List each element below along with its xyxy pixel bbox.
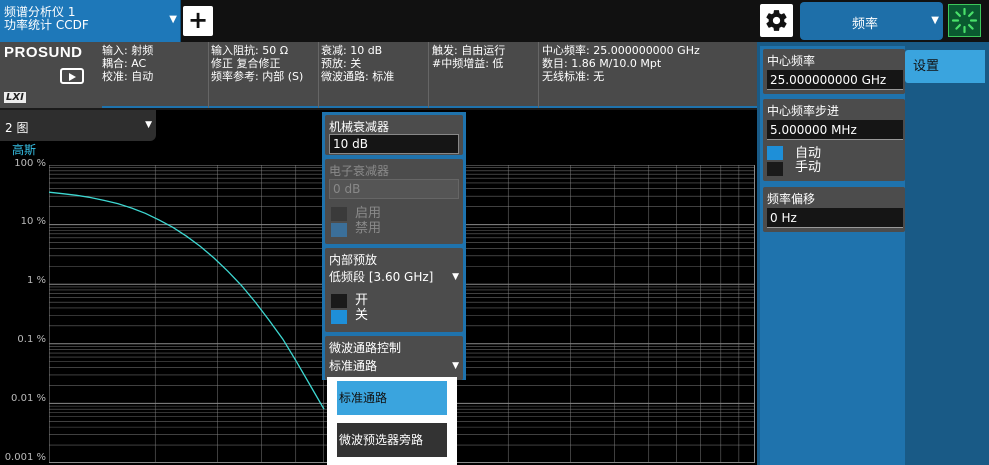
softkey-center-step[interactable]: 中心频率步进 5.000000 MHz 自动 手动 (763, 99, 905, 181)
mw-path-select-value: 标准通路 (329, 359, 378, 373)
elec-attenuator-input: 0 dB (329, 179, 459, 199)
y-axis-label: 100 % (14, 158, 46, 169)
info-line: 修正 复合修正 (211, 57, 281, 70)
y-axis-label: 10 % (20, 216, 46, 227)
center-step-auto-label: 自动 (795, 146, 822, 161)
info-line: 衰减: 10 dB (321, 44, 383, 57)
app-tab[interactable]: 频谱分析仪 1 功率统计 CCDF ▼ (0, 0, 181, 42)
y-axis-label: 0.001 % (4, 452, 46, 463)
trace-label: 高斯 (12, 143, 37, 157)
softkey-frequency-offset[interactable]: 频率偏移 0 Hz (763, 187, 905, 232)
elec-attenuator-group: 电子衰减器 0 dB 启用 禁用 (325, 159, 463, 244)
dropdown-option-bypass[interactable]: 微波预选器旁路 (337, 423, 447, 457)
tab-settings[interactable]: 设置 (905, 50, 985, 83)
preamp-on-label: 开 (355, 293, 369, 308)
mech-attenuator-title: 机械衰减器 (329, 120, 390, 134)
frequency-menu-label: 频率 (851, 17, 878, 32)
divider (538, 42, 539, 108)
frequency-menu[interactable]: 频率 ▼ (800, 2, 943, 40)
y-axis-label: 1 % (26, 275, 46, 286)
center-step-toggle[interactable] (767, 146, 783, 178)
attenuation-panel: 机械衰减器 10 dB 电子衰减器 0 dB 启用 禁用 内部预放 低频段 [3… (322, 112, 466, 380)
app-tab-mode: 功率统计 CCDF (4, 18, 89, 32)
brand-logo: PROSUND (4, 44, 83, 61)
elec-attenuator-title: 电子衰减器 (329, 164, 390, 178)
divider (428, 42, 429, 108)
top-bar: 频谱分析仪 1 功率统计 CCDF ▼ + 频率 ▼ (0, 0, 989, 42)
view-select[interactable]: 2 图 ▼ (0, 110, 156, 141)
info-line: 频率参考: 内部 (S) (211, 70, 304, 83)
brand-block: PROSUND LXI (0, 42, 102, 108)
preamp-select-value: 低频段 [3.60 GHz] (329, 270, 434, 284)
divider (208, 42, 209, 108)
preamp-off-label: 关 (355, 308, 369, 323)
center-frequency-title: 中心频率 (767, 54, 816, 68)
mw-path-group: 微波通路控制 标准通路 ▼ (325, 336, 463, 380)
elec-attenuator-on-label: 启用 (355, 206, 382, 221)
softkey-column: 中心频率 25.000000000 GHz 中心频率步进 5.000000 MH… (760, 46, 905, 465)
preamp-toggle[interactable] (331, 294, 347, 326)
info-line: 输入阻抗: 50 Ω (211, 44, 289, 57)
lxi-badge: LXI (4, 92, 26, 103)
chevron-down-icon: ▼ (145, 120, 152, 130)
gear-icon[interactable] (760, 4, 793, 37)
chevron-down-icon: ▼ (452, 272, 459, 282)
center-step-manual-label: 手动 (795, 160, 822, 175)
y-axis-label: 0.01 % (11, 393, 46, 404)
info-line: 触发: 自由运行 (432, 44, 506, 57)
softkey-center-frequency[interactable]: 中心频率 25.000000000 GHz (763, 49, 905, 94)
measurement-info-bar: PROSUND LXI 输入: 射频 耦合: AC 校准: 自动 输入阻抗: 5… (0, 42, 757, 108)
chevron-down-icon: ▼ (931, 15, 939, 26)
elec-attenuator-toggle (331, 207, 347, 239)
mw-path-title: 微波通路控制 (329, 341, 402, 355)
info-input[interactable]: 输入: 射频 耦合: AC 校准: 自动 (102, 44, 153, 83)
screen-record-icon[interactable] (60, 68, 84, 84)
y-axis-label: 0.1 % (17, 334, 46, 345)
mw-path-dropdown-list: 标准通路 微波预选器旁路 (327, 377, 457, 465)
info-impedance[interactable]: 输入阻抗: 50 Ω 修正 复合修正 频率参考: 内部 (S) (211, 44, 303, 83)
preamp-select[interactable]: 低频段 [3.60 GHz] ▼ (329, 267, 461, 287)
mech-attenuator-input[interactable]: 10 dB (329, 134, 459, 154)
info-line: 数目: 1.86 M/10.0 Mpt (542, 57, 662, 70)
info-line: 耦合: AC (102, 57, 147, 70)
busy-spinner-icon[interactable] (948, 4, 981, 37)
dropdown-option-standard[interactable]: 标准通路 (337, 381, 447, 415)
mech-attenuator-group: 机械衰减器 10 dB (325, 115, 463, 155)
info-line: 输入: 射频 (102, 44, 154, 57)
info-center-frequency[interactable]: 中心频率: 25.000000000 GHz 数目: 1.86 M/10.0 M… (542, 44, 700, 83)
divider (318, 42, 319, 108)
info-attenuation[interactable]: 衰减: 10 dB 预放: 关 微波通路: 标准 (321, 44, 394, 83)
info-line: #中频增益: 低 (432, 57, 504, 70)
info-line: 校准: 自动 (102, 70, 154, 83)
add-screen-button[interactable]: + (183, 6, 213, 36)
elec-attenuator-off-label: 禁用 (355, 221, 382, 236)
info-trigger[interactable]: 触发: 自由运行 #中频增益: 低 (432, 44, 505, 70)
info-line: 无线标准: 无 (542, 70, 605, 83)
center-step-input[interactable]: 5.000000 MHz (767, 120, 903, 140)
view-select-value: 2 图 (5, 121, 29, 135)
frequency-offset-input[interactable]: 0 Hz (767, 208, 903, 228)
preamp-group: 内部预放 低频段 [3.60 GHz] ▼ 开 关 (325, 248, 463, 332)
info-line: 微波通路: 标准 (321, 70, 395, 83)
mw-path-select[interactable]: 标准通路 ▼ (329, 356, 461, 376)
preamp-title: 内部预放 (329, 253, 378, 267)
chevron-down-icon: ▼ (452, 361, 459, 371)
frequency-offset-title: 频率偏移 (767, 192, 816, 206)
info-line: 预放: 关 (321, 57, 362, 70)
center-frequency-input[interactable]: 25.000000000 GHz (767, 70, 903, 90)
chevron-down-icon: ▼ (169, 14, 177, 25)
center-step-title: 中心频率步进 (767, 104, 840, 118)
info-line: 中心频率: 25.000000000 GHz (542, 44, 700, 57)
